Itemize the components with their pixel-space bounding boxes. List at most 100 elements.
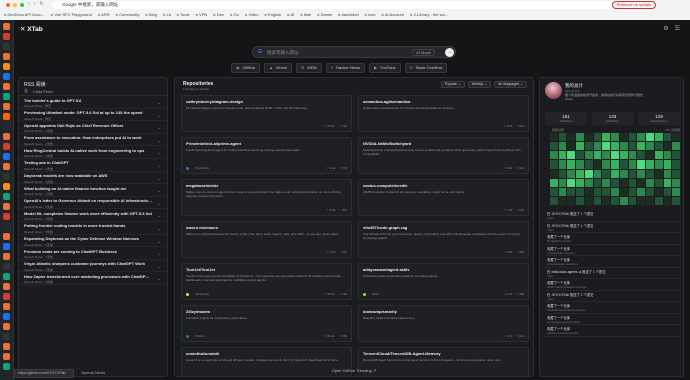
activity-item[interactable]: 收藏了一个仓库 cactus-compute/needle xyxy=(545,325,680,337)
bookmark-item[interactable]: Tools xyxy=(177,11,189,19)
chevron-down-icon[interactable]: ⌄ xyxy=(158,213,161,218)
tab-favicon[interactable] xyxy=(3,343,10,350)
bookmark-item[interactable]: DevDocs API Docu... xyxy=(4,11,45,19)
open-trending-link[interactable]: Open GitHub Trending ↗ xyxy=(175,368,533,373)
quick-link[interactable]: ◉ GitHub xyxy=(231,63,260,73)
tab-favicon[interactable] xyxy=(3,273,10,280)
rss-item[interactable]: Putting frontier coding models in more t… xyxy=(19,222,167,235)
activity-item[interactable]: 在 wh6o/claw-agents-ui 推送了 1 个提交 main xyxy=(545,268,680,279)
chevron-down-icon[interactable]: ⌄ xyxy=(158,125,161,130)
repo-card[interactable]: ToolJet/ToolJet ToolJet is the open-sourc… xyxy=(181,263,352,300)
chevron-down-icon[interactable]: ⌄ xyxy=(158,239,161,244)
rss-item[interactable]: Premium seats are coming to ChatGPT Busi… xyxy=(19,247,167,260)
activity-item[interactable]: 在 JiYOY/XTab 推送了 1 个提交 main xyxy=(545,222,680,233)
repo-card[interactable]: NVIDIA-NeMo/Switchyard Switchyard lets LL… xyxy=(358,137,529,174)
bookmark-item[interactable]: Vue SFC Playground xyxy=(51,11,91,19)
tab-favicon[interactable] xyxy=(3,113,10,120)
rss-item[interactable]: Model ML completes finance work more eff… xyxy=(19,209,167,222)
tab-favicon[interactable] xyxy=(3,293,10,300)
tab-favicon[interactable] xyxy=(3,123,10,130)
minimize-window-button[interactable] xyxy=(13,3,17,7)
chevron-down-icon[interactable]: ⌄ xyxy=(158,226,161,231)
tab-favicon[interactable] xyxy=(3,33,10,40)
activity-item[interactable]: 收藏了一个仓库 ishabalin/serverless-modules xyxy=(545,302,680,314)
activity-item[interactable]: 收藏了一个仓库 cathrynlavery/diagram-design xyxy=(545,279,680,291)
repo-card[interactable]: addyosmani/agent-skills Production-grade … xyxy=(358,263,529,300)
chevron-down-icon[interactable]: ⌄ xyxy=(158,150,161,155)
bookmark-item[interactable]: Z-Library - the wo... xyxy=(410,11,449,19)
back-icon[interactable]: ‹ xyxy=(28,1,30,7)
repo-name[interactable]: semantica-agi/semantica xyxy=(363,99,524,104)
repo-name[interactable]: cactus-compute/needle xyxy=(363,183,524,188)
repo-name[interactable]: vito357/code-graph-rag xyxy=(363,225,524,230)
repo-filter-select[interactable]: All languages ⌄ xyxy=(494,81,527,88)
chevron-down-icon[interactable]: ⌄ xyxy=(158,176,161,181)
tab-favicon[interactable] xyxy=(3,183,10,190)
repo-name[interactable]: cathrynlavery/diagram-design xyxy=(186,99,347,104)
tab-favicon[interactable] xyxy=(3,333,10,340)
repo-card[interactable]: semantica-agi/semantica Graph-Native Infr… xyxy=(358,95,529,132)
activity-item[interactable]: 在 JiYOY/XTab 推送了 1 个提交 main xyxy=(545,210,680,222)
reload-icon[interactable]: ↻ xyxy=(39,1,43,7)
add-feed-button[interactable]: + Add Feed xyxy=(32,89,53,94)
repo-name[interactable]: NVIDIA-NeMo/Switchyard xyxy=(363,141,524,146)
rss-item[interactable]: Testing ads in ChatGPT OpenAI News · 3天前 ⌄ xyxy=(19,159,167,172)
repo-name[interactable]: bowcamp/smartly xyxy=(363,309,524,314)
rss-item[interactable]: How RingCentral builds AI-native work fr… xyxy=(19,146,167,159)
bookmark-item[interactable]: Community xyxy=(116,11,139,19)
activity-item[interactable]: 在 JiYOY/XTab 推送了 1 个提交 main xyxy=(545,291,680,302)
bookmark-item[interactable]: VPN xyxy=(196,11,207,19)
forward-icon[interactable]: › xyxy=(34,1,36,7)
chevron-down-icon[interactable]: ⌄ xyxy=(158,100,161,105)
repo-name[interactable]: TencentCloud/TencentDB-Agent-Memory xyxy=(363,351,524,356)
relaunch-button[interactable]: Relaunch to update xyxy=(612,1,656,9)
rss-item[interactable]: How Zapier transformed core marketing pr… xyxy=(19,272,167,285)
tab-favicon[interactable] xyxy=(3,63,10,70)
tab-favicon[interactable] xyxy=(3,163,10,170)
activity-item[interactable]: 收藏了一个仓库 ryzeplat/vibe-wisdom xyxy=(545,245,680,256)
chevron-down-icon[interactable]: ⌄ xyxy=(158,188,161,193)
tab-favicon[interactable] xyxy=(3,223,10,230)
search-submit-button[interactable]: → xyxy=(445,48,454,57)
bookmark-item[interactable]: Lit xyxy=(163,11,170,19)
rss-filter-all[interactable]: 全 xyxy=(24,88,28,94)
tab-favicon[interactable] xyxy=(3,53,10,60)
tab-favicon[interactable] xyxy=(3,173,10,180)
tab-favicon[interactable] xyxy=(3,133,10,140)
chevron-down-icon[interactable]: ⌄ xyxy=(158,201,161,206)
bookmark-item[interactable]: dandelich xyxy=(338,11,359,19)
tab-favicon[interactable] xyxy=(3,103,10,110)
tab-favicon[interactable] xyxy=(3,313,10,320)
quick-link[interactable]: S Stack Overflow xyxy=(404,63,448,73)
repo-filter-select[interactable]: Weekly ⌄ xyxy=(467,81,492,88)
menu-icon[interactable]: ☰ xyxy=(675,25,680,32)
search-input[interactable]: 搜索或输入网址 xyxy=(267,50,299,56)
repo-card[interactable]: cathrynlavery/diagram-design 19 editorial… xyxy=(181,95,352,132)
tab-favicon[interactable] xyxy=(3,23,10,30)
tab-favicon[interactable] xyxy=(3,323,10,330)
quick-link[interactable]: ▶ YouTube xyxy=(368,63,401,73)
chevron-down-icon[interactable]: ⌄ xyxy=(158,138,161,143)
repo-name[interactable]: Zillzy/manim xyxy=(186,309,347,314)
tab-favicon[interactable] xyxy=(3,93,10,100)
tab-favicon[interactable] xyxy=(3,193,10,200)
search-box[interactable]: G 搜索或输入网址 AI Mode → xyxy=(252,46,456,58)
bookmark-item[interactable]: English xyxy=(265,11,281,19)
tab-favicon[interactable] xyxy=(3,43,10,50)
tab-favicon[interactable] xyxy=(3,233,10,240)
rss-item[interactable]: OpenAI's letter to Governor Abbott on re… xyxy=(19,197,167,210)
rss-item[interactable]: OpenAI appoints Dali Rajic as Chief Reve… xyxy=(19,121,167,134)
rss-item[interactable]: Virgin Atlantic sharpens customer journe… xyxy=(19,260,167,273)
address-bar[interactable]: Google 中搜索，或输入网址 xyxy=(52,1,612,9)
repo-card[interactable]: macro-inc/macro Macro is a unified worksp… xyxy=(181,221,352,258)
repo-card[interactable]: megaboss/mixhe Stable memory store for ag… xyxy=(181,179,352,216)
bookmark-item[interactable]: icon xyxy=(365,11,375,19)
quick-link[interactable]: M MDN xyxy=(296,63,322,73)
bookmark-item[interactable]: Go xyxy=(230,11,238,19)
bookmark-item[interactable]: Daniel xyxy=(317,11,332,19)
chevron-down-icon[interactable]: ⌄ xyxy=(158,251,161,256)
tab-favicon[interactable] xyxy=(3,73,10,80)
avatar[interactable] xyxy=(545,82,562,99)
tab-favicon[interactable] xyxy=(3,363,10,370)
repo-card[interactable]: cactus-compute/needle 26MB foundation mod… xyxy=(358,179,529,216)
